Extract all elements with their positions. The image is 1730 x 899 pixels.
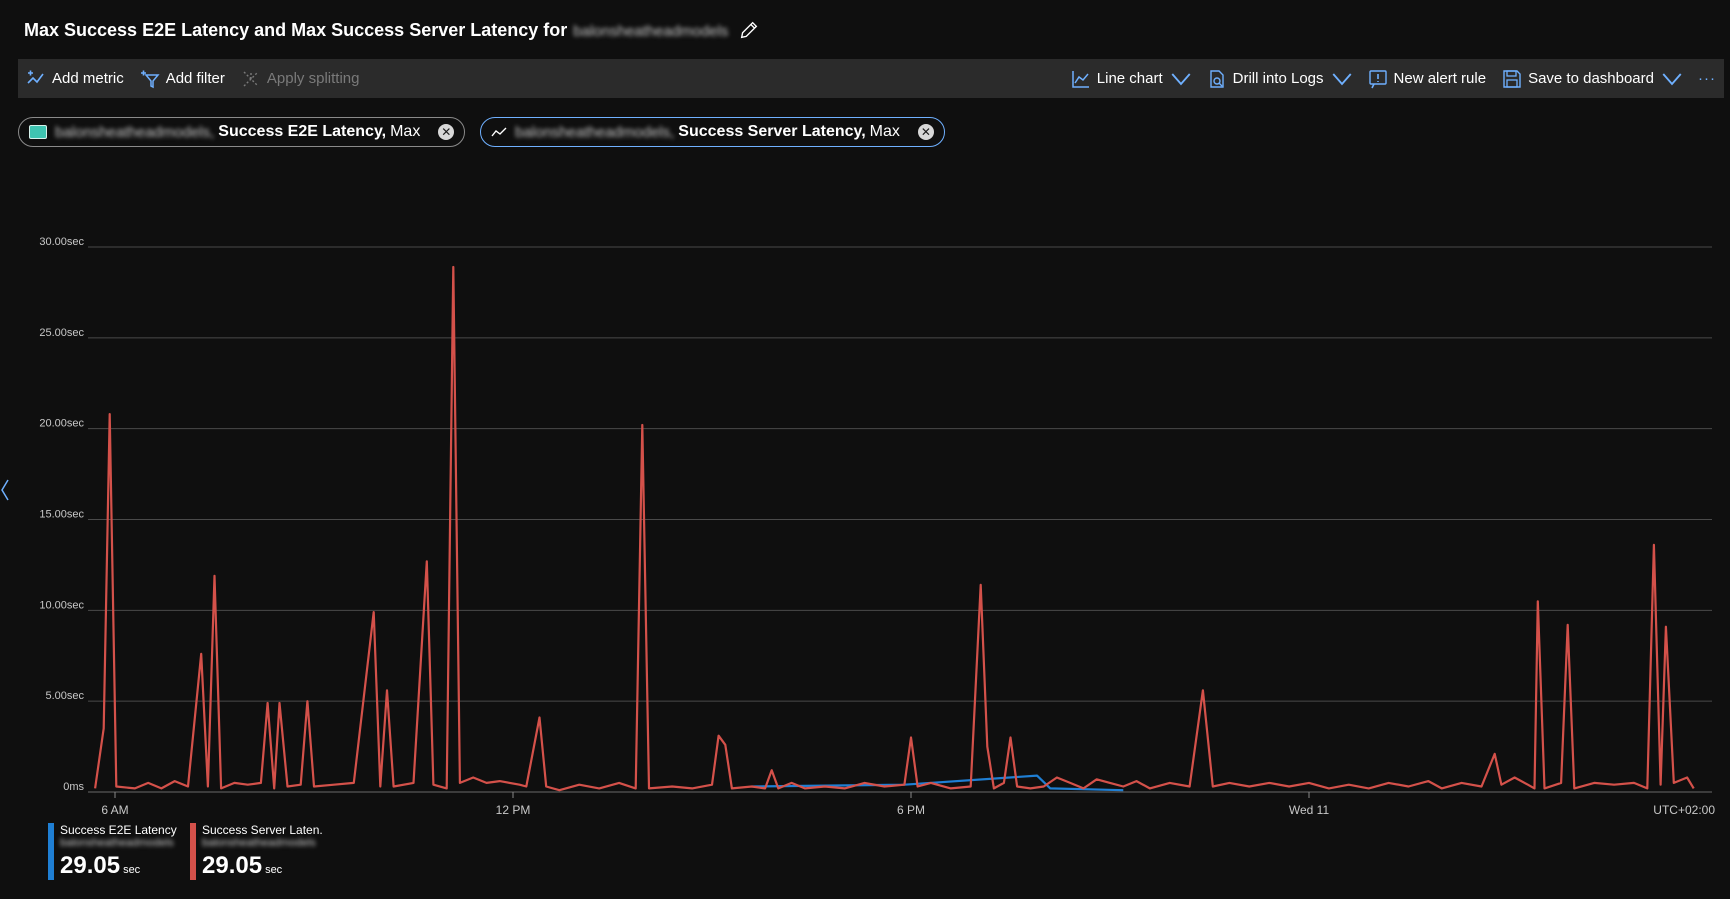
legend-name: Success Server Laten...	[202, 823, 322, 837]
x-axis-ticks: 6 AM 12 PM 6 PM Wed 11	[101, 792, 1329, 817]
y-tick-label: 15.00sec	[39, 509, 84, 521]
splitting-icon	[243, 71, 259, 86]
add-filter-label: Add filter	[165, 70, 225, 87]
x-tick-label: 12 PM	[496, 803, 531, 817]
more-options-button[interactable]: ···	[1690, 59, 1724, 98]
legend-color-bar	[190, 823, 196, 880]
legend-item-server[interactable]: Success Server Laten... balonsheatheadmo…	[190, 823, 326, 880]
legend-resource-redacted: balonsheatheadmodels	[60, 837, 174, 849]
chevron-down-icon	[1332, 72, 1351, 85]
new-alert-rule-label: New alert rule	[1393, 70, 1487, 87]
add-metric-icon	[27, 70, 44, 84]
legend-value: 29.05 sec	[202, 852, 322, 880]
metric-pill-aggregation: Max	[869, 123, 900, 140]
series-line-server-latency	[94, 265, 1695, 792]
remove-metric-close-icon[interactable]: ✕	[438, 124, 455, 140]
line-chart-dropdown[interactable]: Line chart	[1063, 59, 1199, 98]
line-chart-icon	[1072, 70, 1089, 88]
filter-icon	[140, 70, 160, 88]
logs-icon	[1209, 69, 1224, 88]
add-filter-button[interactable]: Add filter	[132, 59, 233, 98]
x-tick-label: 6 PM	[897, 803, 925, 817]
apply-splitting-label: Apply splitting	[266, 70, 360, 87]
chart-legend: Success E2E Latency ... balonsheatheadmo…	[48, 823, 326, 880]
legend-resource-redacted: balonsheatheadmodels	[202, 837, 316, 849]
chart-series	[94, 265, 1695, 792]
legend-color-bar	[48, 823, 54, 880]
metric-pill-resource-redacted: balonsheatheadmodels,	[515, 123, 675, 141]
new-alert-rule-button[interactable]: New alert rule	[1360, 59, 1495, 98]
legend-item-e2e[interactable]: Success E2E Latency ... balonsheatheadmo…	[48, 823, 184, 880]
legend-name: Success E2E Latency ...	[60, 823, 180, 837]
add-metric-button[interactable]: Add metric	[18, 59, 132, 98]
chevron-down-icon	[1171, 72, 1191, 85]
legend-value-unit: sec	[123, 864, 141, 876]
metric-pill-resource-redacted: balonsheatheadmodels,	[55, 123, 215, 141]
chart-title-row: Max Success E2E Latency and Max Success …	[24, 18, 760, 42]
chart-gridlines	[88, 246, 1712, 793]
chart-title-text: Max Success E2E Latency and Max Success …	[24, 19, 568, 40]
latency-line-chart[interactable]: 30.00sec 25.00sec 20.00sec 15.00sec 10.00sec…	[0, 200, 1730, 830]
save-to-dashboard-dropdown[interactable]: Save to dashboard	[1494, 59, 1690, 98]
metric-line-icon	[491, 127, 507, 137]
drill-into-logs-dropdown[interactable]: Drill into Logs	[1199, 59, 1360, 98]
drill-into-logs-label: Drill into Logs	[1232, 70, 1324, 87]
alert-icon	[1368, 69, 1387, 88]
y-tick-label: 10.00sec	[39, 599, 84, 611]
resource-name-redacted: balonsheatheadmodels	[573, 22, 729, 40]
line-chart-label: Line chart	[1096, 70, 1163, 87]
apply-splitting-button[interactable]: Apply splitting	[233, 59, 368, 98]
metrics-toolbar: Add metric Add filter Apply splitting Li…	[18, 59, 1724, 98]
add-metric-label: Add metric	[52, 70, 124, 87]
y-axis-ticks: 30.00sec 25.00sec 20.00sec 15.00sec 10.00sec…	[39, 236, 84, 793]
metric-pill-swatch	[29, 125, 47, 139]
legend-value-number: 29.05	[60, 852, 121, 879]
legend-value-unit: sec	[265, 864, 283, 876]
metric-pill-e2e-latency[interactable]: balonsheatheadmodels, Success E2E Latenc…	[18, 117, 466, 147]
metric-pill-metric: Success E2E Latency,	[218, 123, 387, 140]
y-tick-label: 0ms	[63, 781, 84, 793]
edit-title-pencil-icon[interactable]	[738, 19, 760, 41]
y-tick-label: 30.00sec	[39, 236, 84, 248]
timezone-label: UTC+02:00	[1653, 803, 1715, 817]
y-tick-label: 25.00sec	[39, 327, 84, 339]
chevron-down-icon	[1662, 72, 1682, 85]
legend-value: 29.05 sec	[60, 852, 180, 880]
save-icon	[1503, 69, 1521, 88]
more-options-label: ···	[1698, 70, 1716, 87]
remove-metric-close-icon[interactable]: ✕	[917, 124, 934, 140]
metric-pill-metric: Success Server Latency,	[678, 123, 866, 140]
x-tick-label: 6 AM	[101, 803, 128, 817]
x-tick-label: Wed 11	[1289, 803, 1330, 817]
legend-value-number: 29.05	[202, 852, 263, 879]
save-to-dashboard-label: Save to dashboard	[1528, 70, 1654, 87]
metric-pill-server-latency[interactable]: balonsheatheadmodels, Success Server Lat…	[480, 117, 945, 147]
y-tick-label: 20.00sec	[39, 418, 84, 430]
y-tick-label: 5.00sec	[45, 690, 84, 702]
chart-title: Max Success E2E Latency and Max Success …	[24, 20, 728, 41]
metric-pill-aggregation: Max	[390, 123, 421, 140]
